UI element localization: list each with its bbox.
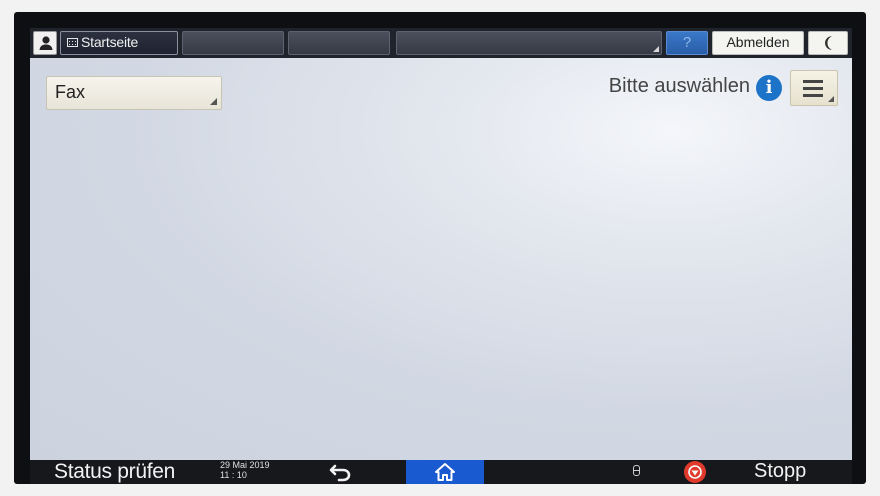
time-label: 11 : 10	[220, 470, 247, 480]
dropdown-corner-icon	[210, 98, 217, 105]
moon-icon	[825, 36, 832, 50]
touch-screen: Startseite ? Abmelden Fax Bitte auswähle…	[30, 28, 852, 484]
tab-slot-empty-1[interactable]	[182, 31, 284, 55]
logout-label: Abmelden	[726, 34, 790, 50]
help-button[interactable]: ?	[666, 31, 708, 55]
stop-button[interactable]: Stopp	[754, 460, 806, 484]
main-area: Fax Bitte auswählen i	[30, 58, 852, 460]
menu-button[interactable]	[790, 70, 838, 106]
back-button[interactable]	[328, 461, 352, 484]
info-icon[interactable]: i	[756, 75, 782, 101]
function-select[interactable]: Fax	[46, 76, 222, 110]
date-label: 29 Mai 2019	[220, 460, 270, 470]
stop-icon[interactable]	[684, 461, 706, 483]
user-icon	[39, 36, 53, 50]
expand-corner-icon	[653, 46, 659, 52]
home-icon	[435, 463, 455, 481]
keyboard-icon	[67, 38, 78, 47]
hamburger-menu-icon	[803, 80, 823, 83]
status-check-button[interactable]: Status prüfen	[54, 460, 175, 484]
menu-corner-icon	[828, 96, 834, 102]
help-label: ?	[682, 34, 692, 51]
tab-home-label: Startseite	[81, 34, 139, 50]
tab-slot-empty-2[interactable]	[288, 31, 390, 55]
date-time: 29 Mai 2019 11 : 10	[220, 460, 270, 480]
tab-home[interactable]: Startseite	[60, 31, 178, 55]
logout-button[interactable]: Abmelden	[712, 31, 804, 55]
message-field[interactable]	[396, 31, 662, 55]
bottom-bar: Status prüfen 29 Mai 2019 11 : 10 Stopp	[30, 460, 852, 484]
select-prompt: Bitte auswählen	[608, 75, 750, 97]
sleep-button[interactable]	[808, 31, 848, 55]
top-bar: Startseite ? Abmelden	[30, 28, 852, 58]
storage-icon	[633, 465, 640, 476]
back-arrow-icon	[329, 464, 351, 482]
user-button[interactable]	[33, 31, 57, 55]
function-select-value: Fax	[55, 82, 86, 102]
home-button[interactable]	[406, 460, 484, 484]
